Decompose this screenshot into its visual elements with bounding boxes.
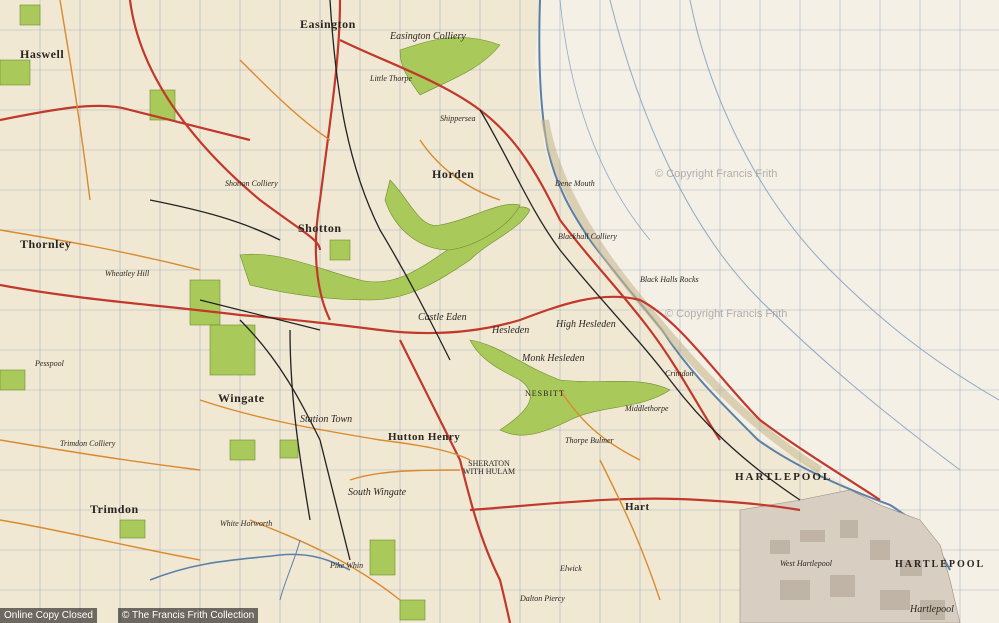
label-monk-hesleden: Monk Hesleden: [522, 353, 585, 364]
label-hutton-henry: Hutton Henry: [388, 431, 461, 443]
label-station-town: Station Town: [300, 414, 353, 425]
label-hartlepool: HARTLEPOOL: [895, 559, 986, 570]
label-west-hartlepool: West Hartlepool: [780, 559, 832, 568]
label-trimdon-colliery: Trimdon Colliery: [60, 439, 116, 448]
label-elwick: Elwick: [560, 564, 582, 573]
watermark-2: © Copyright Francis Frith: [665, 308, 788, 320]
label-wheatley-hill: Wheatley Hill: [105, 269, 150, 278]
label-white-horworth: White Horworth: [220, 519, 273, 528]
label-thorpe-bulmer: Thorpe Bulmer: [565, 436, 614, 445]
label-horden: Horden: [432, 167, 475, 181]
label-easington: Easington: [300, 17, 356, 31]
map-canvas: [0, 0, 999, 623]
label-blackhall-rocks: Black Halls Rocks: [640, 275, 699, 284]
label-hesleden: Hesleden: [492, 325, 530, 336]
label-shotton: Shotton: [298, 221, 342, 235]
label-blackhall-colliery: Blackhall Colliery: [558, 232, 617, 241]
label-trimdon: Trimdon: [90, 502, 139, 516]
label-pike-whin: Pike Whin: [330, 561, 364, 570]
label-thornley: Thornley: [20, 237, 72, 251]
label-haswell: Haswell: [20, 47, 65, 61]
stream: [279, 539, 301, 601]
footer-left-text: Online Copy Closed: [4, 610, 93, 621]
label-castle-eden: Castle Eden: [418, 312, 467, 323]
label-pesspool: Pesspool: [35, 359, 64, 368]
label-little-thorpe: Little Thorpe: [370, 74, 413, 83]
label-shotton-colliery: Shotton Colliery: [225, 179, 278, 188]
watermark-1: © Copyright Francis Frith: [655, 168, 778, 180]
footer-copyright-text: © The Francis Frith Collection: [122, 610, 255, 621]
label-nesbitt: NESBITT: [525, 389, 565, 398]
footer-left: Online Copy Closed: [0, 608, 97, 623]
label-sheraton-with-hulam: SHERATON WITH HULAM: [462, 459, 516, 476]
label-south-wingate: South Wingate: [348, 487, 407, 498]
label-crimdon: Crimdon: [665, 369, 694, 378]
label-dene-mouth: Dene Mouth: [555, 179, 595, 188]
label-middlethorpe: Middlethorpe: [625, 404, 669, 413]
label-hart: Hart: [625, 501, 650, 513]
map-view[interactable]: Easington Easington Colliery Haswell Hor…: [0, 0, 999, 623]
footer-right: © The Francis Frith Collection: [118, 608, 259, 623]
label-dalton-piercy: Dalton Piercy: [520, 594, 565, 603]
label-hartlepool-upper: HARTLEPOOL: [735, 471, 833, 483]
label-shippersea: Shippersea: [440, 114, 476, 123]
label-easington-colliery: Easington Colliery: [390, 31, 466, 42]
label-wingate: Wingate: [218, 391, 265, 405]
label-hartlepool-script: Hartlepool: [910, 604, 954, 615]
label-high-hesleden: High Hesleden: [556, 319, 616, 330]
